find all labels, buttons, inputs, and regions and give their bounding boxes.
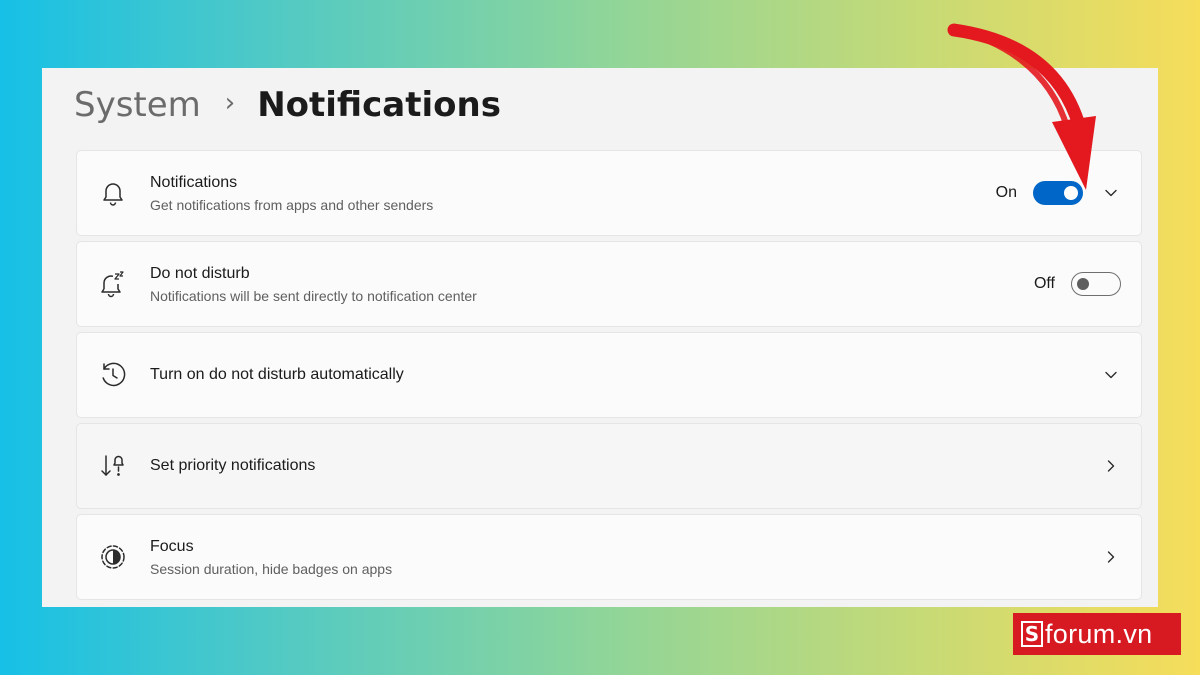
- chevron-right-icon[interactable]: [1101, 547, 1121, 567]
- setting-priority-notifications[interactable]: Set priority notifications: [76, 423, 1142, 509]
- setting-title: Turn on do not disturb automatically: [150, 366, 404, 383]
- setting-description: Notifications will be sent directly to n…: [150, 287, 477, 304]
- chevron-right-icon[interactable]: [1101, 456, 1121, 476]
- chevron-down-icon[interactable]: [1101, 365, 1121, 385]
- setting-do-not-disturb[interactable]: Do not disturb Notifications will be sen…: [76, 241, 1142, 327]
- setting-title: Focus: [150, 537, 194, 555]
- do-not-disturb-toggle[interactable]: [1071, 272, 1121, 296]
- logo-text: forum.vn: [1045, 618, 1153, 649]
- bell-snooze-icon: [99, 270, 127, 298]
- page-title: Notifications: [257, 85, 501, 125]
- setting-dnd-automatic[interactable]: Turn on do not disturb automatically: [76, 332, 1142, 418]
- logo-mark: S: [1021, 621, 1043, 647]
- setting-title: Notifications: [150, 173, 238, 191]
- setting-description: Session duration, hide badges on apps: [150, 560, 393, 577]
- focus-icon: [99, 543, 127, 571]
- setting-title: Do not disturb: [150, 264, 250, 282]
- setting-title: Set priority notifications: [150, 457, 316, 474]
- priority-sort-icon: [99, 452, 127, 480]
- sforum-logo: S forum.vn: [1013, 613, 1181, 655]
- breadcrumb: System › Notifications: [74, 84, 501, 126]
- clock-history-icon: [99, 361, 127, 389]
- setting-focus[interactable]: Focus Session duration, hide badges on a…: [76, 514, 1142, 600]
- breadcrumb-system[interactable]: System: [74, 85, 201, 125]
- annotation-arrow-icon: [947, 23, 1096, 190]
- toggle-state-label: Off: [1033, 275, 1055, 292]
- bell-icon: [99, 179, 127, 207]
- setting-description: Get notifications from apps and other se…: [150, 196, 434, 213]
- breadcrumb-separator: ›: [224, 88, 236, 118]
